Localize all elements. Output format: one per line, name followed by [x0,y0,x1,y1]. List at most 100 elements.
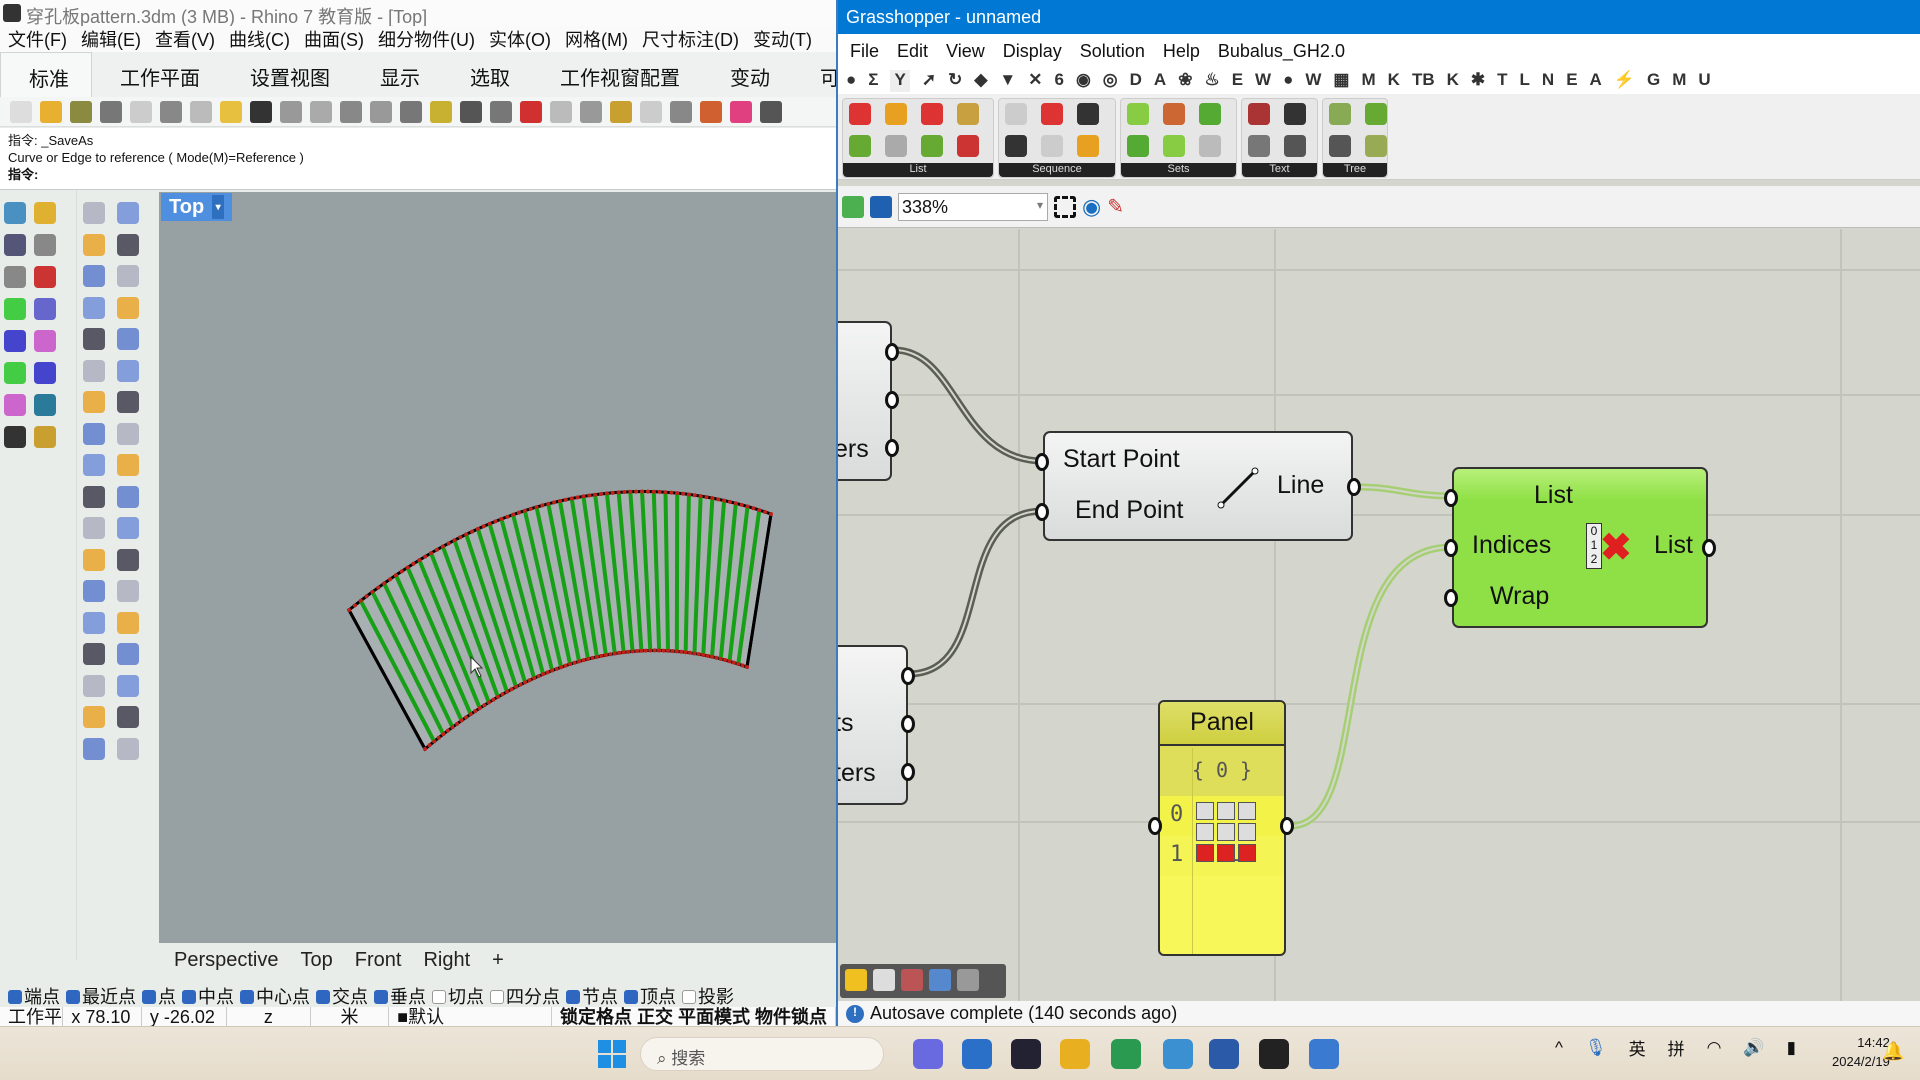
tool-icon[interactable] [34,202,56,224]
component-icon[interactable] [1329,103,1351,125]
top-viewport[interactable] [159,192,836,943]
output-port[interactable] [901,715,915,733]
component-icon[interactable] [849,135,871,157]
gh-category-tab[interactable]: Σ [868,70,878,92]
chevron-up-icon[interactable]: ^ [1555,1038,1563,1058]
line-output-port[interactable] [1347,478,1361,496]
tool-icon[interactable] [117,706,139,728]
tool-icon[interactable] [117,580,139,602]
gh-category-tab[interactable]: ● [1283,70,1293,92]
component-icon[interactable] [921,103,943,125]
gh-category-tab[interactable]: ◉ [1076,70,1091,92]
output-port[interactable] [901,763,915,781]
tool-icon[interactable] [4,362,26,384]
gh-category-tab[interactable]: K [1447,70,1459,92]
component-icon[interactable] [1005,103,1027,125]
component-icon[interactable] [885,135,907,157]
component-icon[interactable] [1248,135,1270,157]
osnap-7[interactable]: 切点 [432,983,484,1007]
list-item-component[interactable]: List Indices Wrap 012 ✖ List [1444,467,1716,628]
tool-icon[interactable] [117,359,139,382]
osnap-6[interactable]: 垂点 [374,983,426,1007]
menu-item[interactable]: 曲线(C) [229,26,290,52]
render-sphere-icon[interactable] [760,101,782,123]
gh-category-tab[interactable]: D [1130,70,1142,92]
tool-icon[interactable] [4,202,26,224]
add-viewport-icon[interactable]: + [492,949,504,977]
tool-icon[interactable] [83,485,105,508]
osnap-1[interactable]: 最近点 [66,983,136,1007]
zoom-in-icon[interactable] [340,101,362,123]
component-icon[interactable] [1077,135,1099,157]
light-bulb-icon[interactable] [640,101,662,123]
output-port[interactable] [901,667,915,685]
gh-category-tab[interactable]: ♨ [1204,70,1219,92]
wrap-input-port[interactable] [1444,589,1458,607]
menu-item[interactable]: 变动(T) [753,26,812,52]
menu-item[interactable]: 细分物件(U) [378,26,475,52]
print-icon[interactable] [100,101,122,123]
viewport-tab-perspective[interactable]: Perspective [174,949,279,977]
component-icon[interactable] [957,135,979,157]
component-icon[interactable] [885,103,907,125]
component-icon[interactable] [1127,135,1149,157]
component-icon[interactable] [1284,103,1306,125]
zoom-level-dropdown[interactable]: 338% ▾ [898,192,1048,221]
gh-category-tab[interactable]: A [1590,70,1602,92]
tool-icon[interactable] [34,426,56,448]
toolbar-tab[interactable]: 变动 [702,52,792,97]
tool-icon[interactable] [4,266,26,288]
rotate-view-icon[interactable] [310,101,332,123]
command-prompt[interactable]: 指令: [8,166,828,183]
tool-icon[interactable] [117,422,139,445]
notification-bell-icon[interactable]: 🔔 [1882,1041,1904,1062]
gh-category-tab[interactable]: G [1647,70,1660,92]
gh-menu-item[interactable]: Display [1003,41,1062,61]
car-shade-icon[interactable] [520,101,542,123]
component-icon[interactable] [1248,103,1270,125]
gh-category-tab[interactable]: M [1361,70,1375,92]
tool-icon[interactable] [117,643,139,665]
gh-category-tab[interactable]: 6 [1054,70,1063,92]
menu-item[interactable]: 曲面(S) [304,26,364,52]
preview-eye-icon[interactable]: ◉ [1082,194,1101,220]
gh-category-tab[interactable]: A [1154,70,1166,92]
new-file-icon[interactable] [10,101,32,123]
zoom-selected-icon[interactable] [430,101,452,123]
tool-icon[interactable] [117,202,139,224]
tool-icon[interactable] [83,517,105,539]
tool-icon[interactable] [34,298,56,320]
component-icon[interactable] [1005,135,1027,157]
list-item-icon[interactable] [873,969,895,991]
zoom-extents-icon[interactable] [400,101,422,123]
osnap-11[interactable]: 投影 [682,983,734,1007]
component-icon[interactable] [957,103,979,125]
language-indicator[interactable]: 英 [1629,1035,1646,1060]
chrome-icon[interactable] [1111,1039,1141,1069]
tool-icon[interactable] [83,296,105,319]
undo-icon[interactable] [250,101,272,123]
toolbar-tab[interactable]: 选取 [442,52,532,97]
wifi-icon[interactable]: ◠ [1707,1038,1722,1058]
toolbar-tab[interactable]: 显示 [352,52,442,97]
gh-category-tab[interactable]: Y [890,70,910,92]
tool-icon[interactable] [4,426,26,448]
gh-menu-item[interactable]: Help [1163,41,1200,61]
gh-category-tab[interactable]: ✱ [1471,70,1485,92]
checkbox[interactable] [182,990,196,1004]
gh-category-tab[interactable]: E [1232,70,1243,92]
output-port[interactable] [885,343,899,361]
tool-icon[interactable] [83,737,105,760]
viewport-tab-right[interactable]: Right [423,949,470,977]
tool-icon[interactable] [117,485,139,508]
checkbox[interactable] [624,990,638,1004]
checkbox[interactable] [66,990,80,1004]
gh-category-tab[interactable]: ⚡ [1614,70,1635,92]
checkbox[interactable] [374,990,388,1004]
panel-output-port[interactable] [1280,817,1294,835]
lock-icon[interactable] [670,101,692,123]
sketch-pen-icon[interactable]: ✎ [1107,194,1124,219]
component-icon[interactable] [1127,103,1149,125]
tool-icon[interactable] [34,394,56,416]
gh-category-tab[interactable]: W [1305,70,1321,92]
